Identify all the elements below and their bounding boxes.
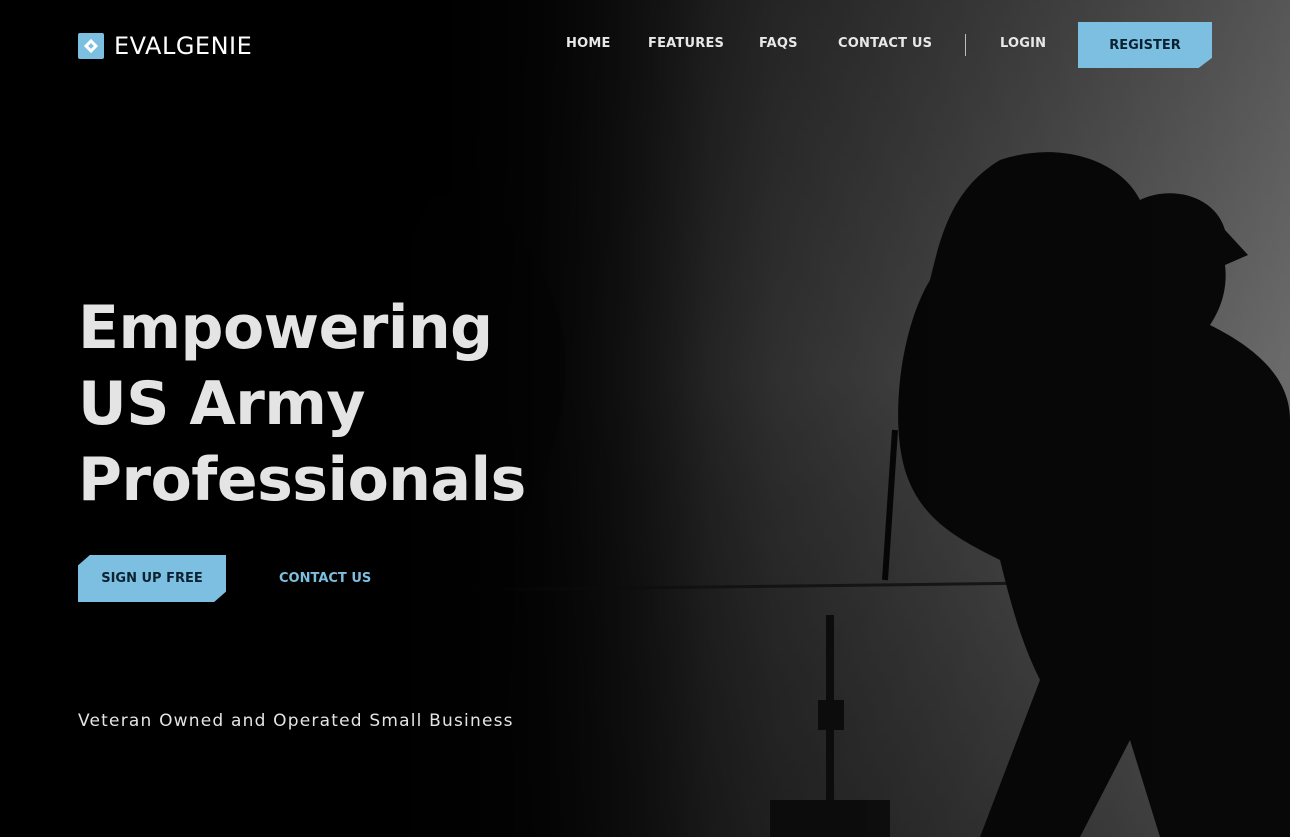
nav-link-features[interactable]: FEATURES <box>648 36 724 51</box>
nav-divider <box>965 34 966 56</box>
nav-link-faqs[interactable]: FAQS <box>759 36 798 51</box>
brand-logo[interactable]: EVALGENIE <box>78 32 252 60</box>
hero-section: EVALGENIE HOME FEATURES FAQS CONTACT US … <box>0 0 1290 837</box>
brand-name: EVALGENIE <box>114 32 253 60</box>
hero-tagline: Veteran Owned and Operated Small Busines… <box>78 711 514 731</box>
headline-line-1: Empowering <box>78 293 493 363</box>
sign-up-free-button[interactable]: SIGN UP FREE <box>78 555 226 602</box>
headline-line-3: Professionals <box>78 445 526 515</box>
nav-link-contact-us[interactable]: CONTACT US <box>838 36 932 51</box>
headline-line-2: US Army <box>78 369 365 439</box>
logo-diamond-icon <box>78 33 104 59</box>
contact-us-link[interactable]: CONTACT US <box>279 571 371 586</box>
register-button[interactable]: REGISTER <box>1078 22 1212 68</box>
hero-headline: Empowering US Army Professionals <box>78 290 526 518</box>
nav-link-home[interactable]: HOME <box>566 36 611 51</box>
nav-link-login[interactable]: LOGIN <box>1000 36 1046 51</box>
top-navigation: EVALGENIE HOME FEATURES FAQS CONTACT US … <box>0 0 1290 90</box>
